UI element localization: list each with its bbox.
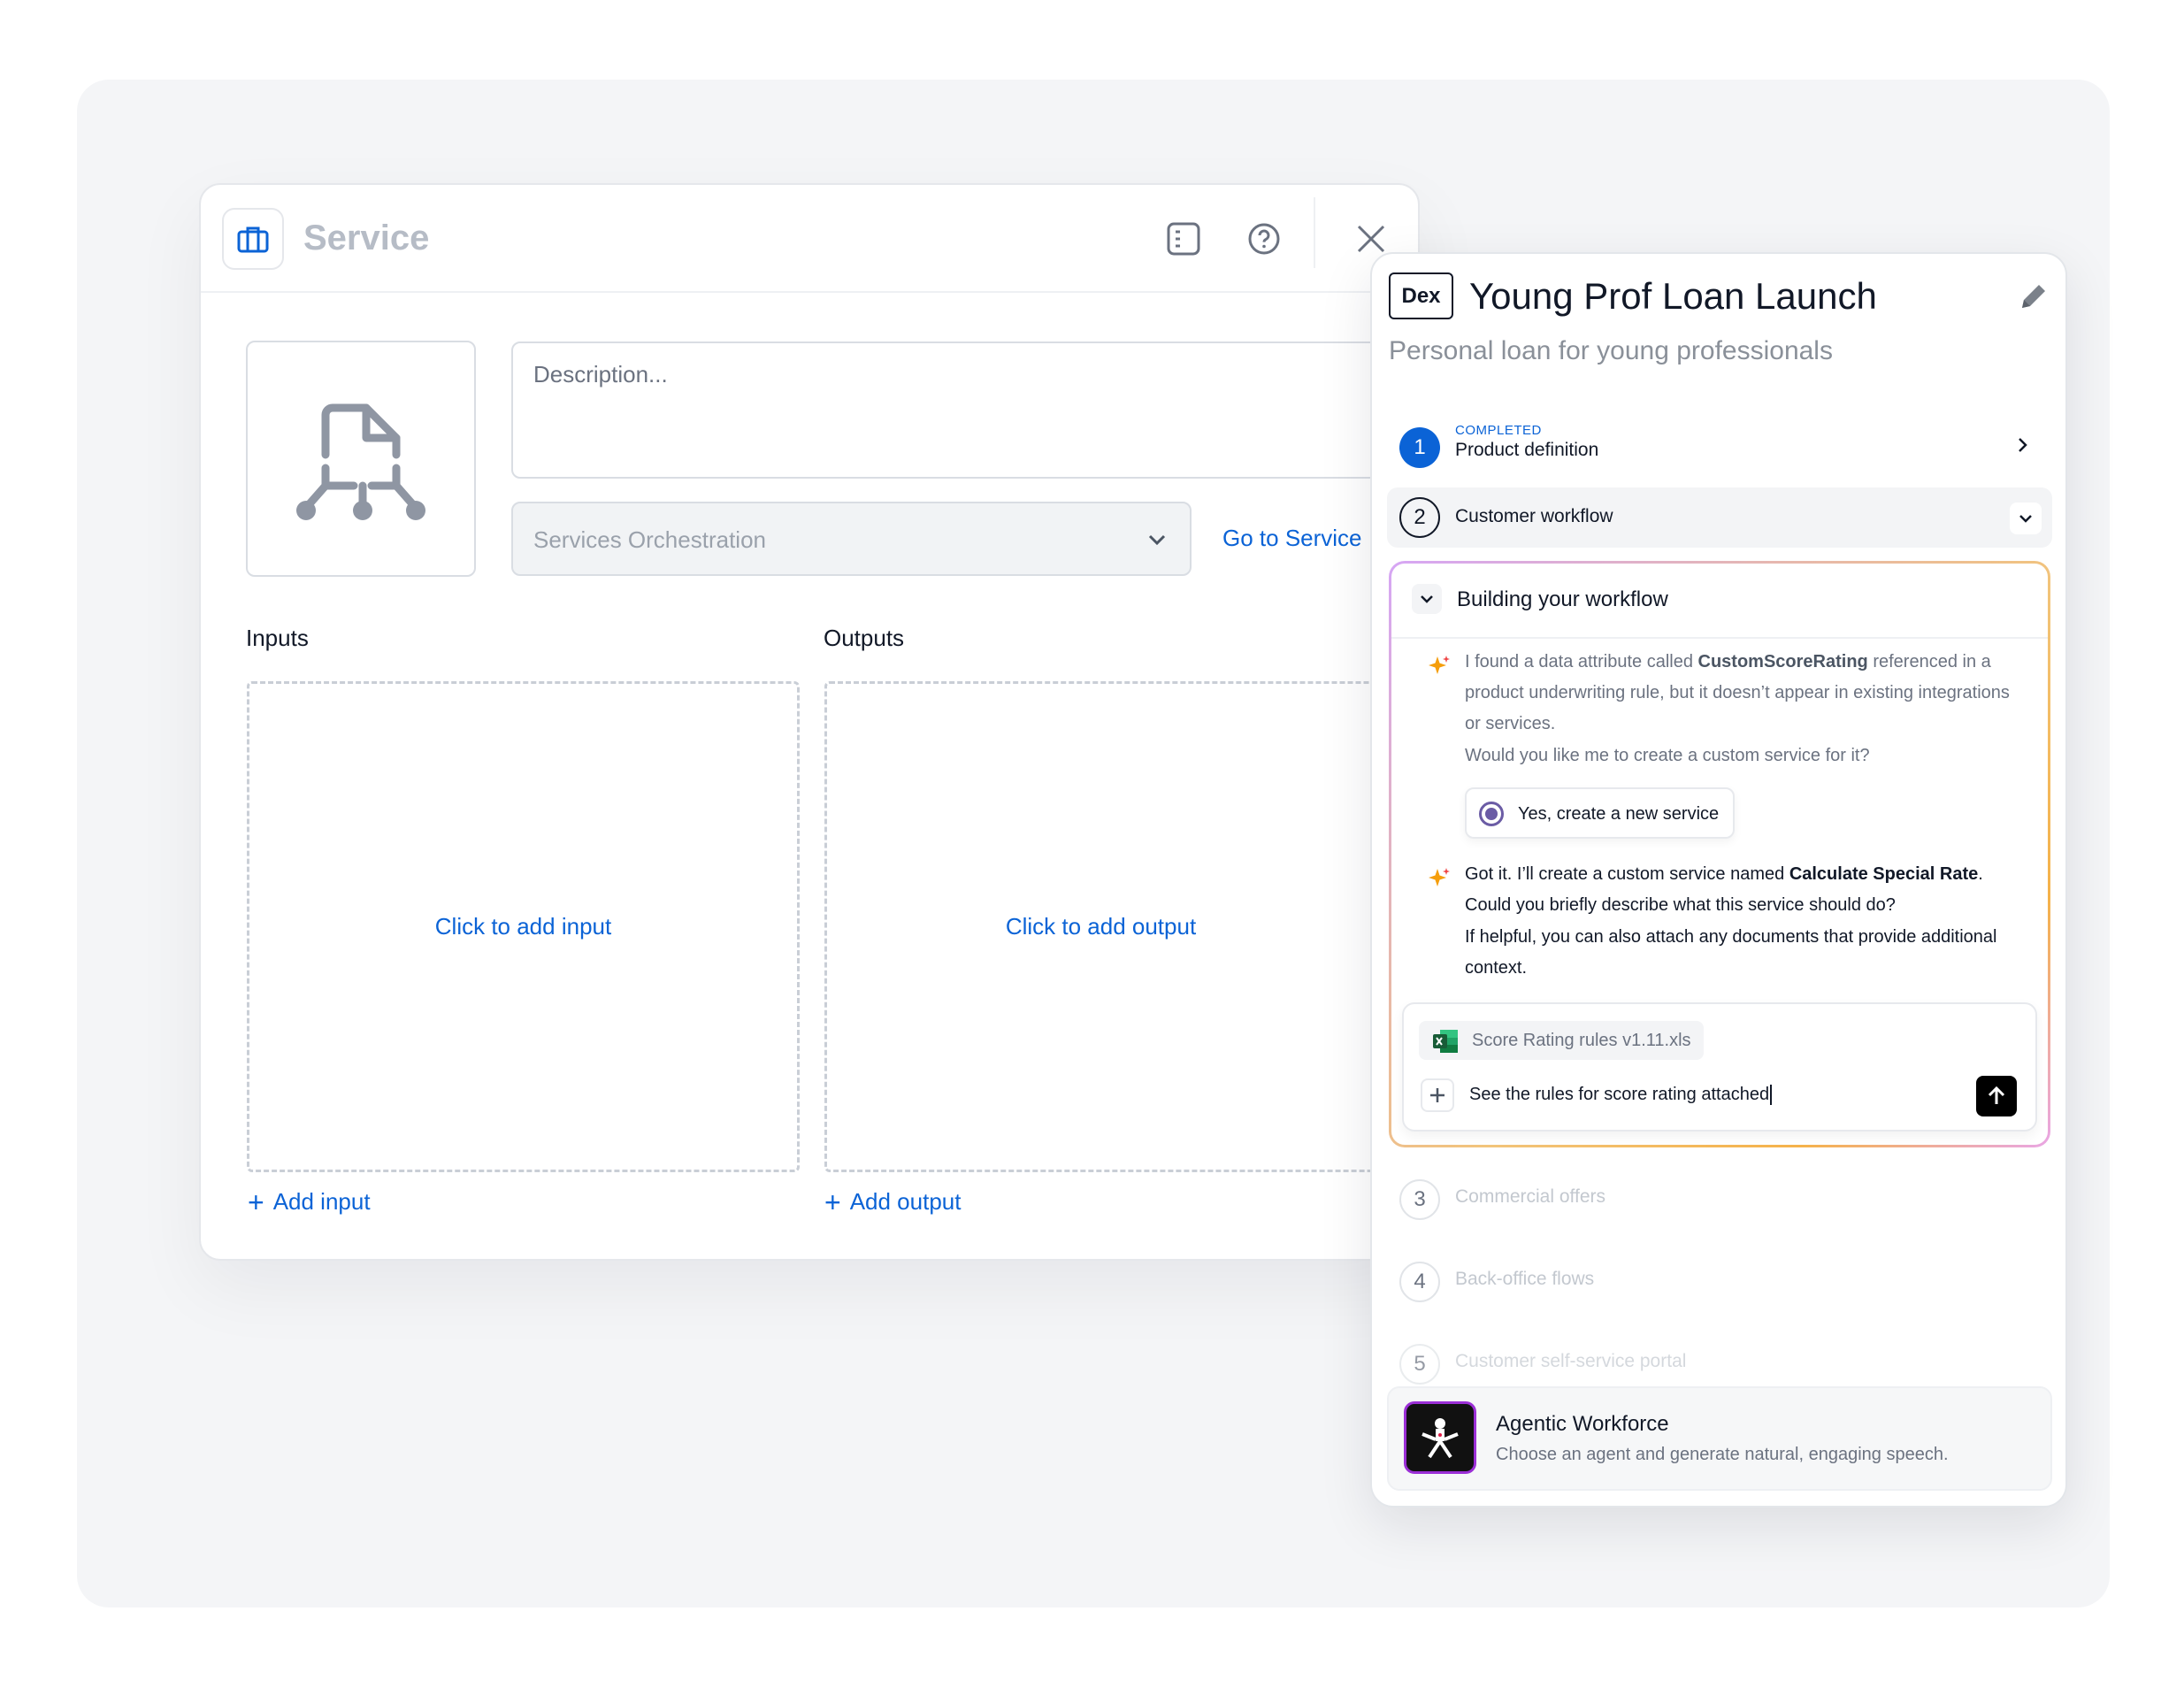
header-divider: [1314, 197, 1315, 268]
assistant-message: I found a data attribute called CustomSc…: [1465, 652, 2010, 733]
chevron-down-icon[interactable]: [2010, 503, 2042, 534]
sparkle-icon: [1429, 656, 1450, 674]
step-number: 1: [1399, 427, 1440, 468]
orchestration-value: Services Orchestration: [533, 526, 766, 553]
attachment-name: Score Rating rules v1.11.xls: [1472, 1031, 1691, 1050]
step-name: Customer workflow: [1455, 506, 1613, 526]
briefcase-icon: [222, 208, 284, 270]
option-label: Yes, create a new service: [1518, 804, 1720, 824]
step-number: 2: [1399, 497, 1440, 538]
service-image-placeholder[interactable]: [246, 341, 476, 577]
assistant-message: Got it. I’ll create a custom service nam…: [1465, 864, 1983, 915]
building-workflow-title: Building your workflow: [1457, 587, 1668, 611]
attachment-chip[interactable]: Score Rating rules v1.11.xls: [1419, 1021, 1704, 1060]
assistant-question: Would you like me to create a custom ser…: [1465, 746, 1870, 765]
step-name: Commercial offers: [1455, 1186, 1605, 1207]
service-panel: Service Description... Services Orchestr…: [199, 183, 1420, 1261]
excel-file-icon: [1433, 1030, 1458, 1053]
step-name: Customer self-service portal: [1455, 1351, 1687, 1371]
chat-composer[interactable]: Score Rating rules v1.11.xls See the rul…: [1402, 1002, 2037, 1132]
step-number: 5: [1399, 1344, 1440, 1385]
add-output-label: Add output: [849, 1188, 962, 1215]
building-workflow-card: Building your workflow I found a data at…: [1389, 561, 2050, 1147]
plus-icon: [1430, 1088, 1445, 1102]
orchestration-select[interactable]: Services Orchestration: [511, 502, 1192, 576]
step-back-office-flows[interactable]: 4 Back-office flows: [1387, 1256, 2052, 1316]
service-file-icon: [296, 403, 425, 520]
agentic-workforce-card[interactable]: Agentic Workforce Choose an agent and ge…: [1387, 1386, 2052, 1491]
outputs-label: Outputs: [824, 625, 905, 651]
step-name: Product definition: [1455, 440, 1599, 460]
sparkle-icon: [1429, 868, 1450, 886]
agent-title: Agentic Workforce: [1496, 1412, 1669, 1436]
description-input[interactable]: Description...: [511, 341, 1418, 479]
agent-subtitle: Choose an agent and generate natural, en…: [1496, 1445, 1949, 1464]
add-output-prompt: Click to add output: [1005, 913, 1197, 940]
radio-selected-icon: [1479, 802, 1504, 826]
help-icon[interactable]: [1244, 219, 1284, 259]
step-number: 4: [1399, 1262, 1440, 1302]
service-title: Service: [303, 219, 430, 257]
input-dropzone[interactable]: Click to add input: [247, 681, 800, 1172]
edit-pencil-icon[interactable]: [2015, 280, 2050, 315]
step-name: Back-office flows: [1455, 1269, 1595, 1289]
step-product-definition[interactable]: 1 COMPLETED Product definition: [1387, 422, 2052, 482]
building-workflow-header[interactable]: Building your workflow: [1391, 564, 2048, 639]
create-service-option[interactable]: Yes, create a new service: [1465, 787, 1735, 839]
plus-icon: +: [824, 1185, 841, 1218]
notes-icon[interactable]: [1163, 219, 1204, 259]
step-customer-workflow[interactable]: 2 Customer workflow: [1387, 487, 2052, 548]
send-button[interactable]: [1976, 1076, 2017, 1116]
add-input-button[interactable]: + Add input: [248, 1188, 371, 1216]
add-input-label: Add input: [272, 1188, 371, 1215]
chevron-down-icon: [1148, 534, 1166, 546]
dex-panel: Dex Young Prof Loan Launch Personal loan…: [1370, 252, 2067, 1508]
add-input-prompt: Click to add input: [434, 913, 612, 940]
step-commercial-offers[interactable]: 3 Commercial offers: [1387, 1174, 2052, 1234]
chevron-down-icon[interactable]: [1412, 584, 1442, 614]
chevron-right-icon: [2019, 438, 2027, 452]
service-header: Service: [201, 185, 1418, 293]
arrow-up-icon: [1988, 1086, 2005, 1104]
message-input[interactable]: See the rules for score rating attached: [1469, 1085, 1773, 1105]
step-number: 3: [1399, 1179, 1440, 1220]
plus-icon: +: [248, 1185, 264, 1218]
project-subtitle: Personal loan for young professionals: [1389, 336, 1833, 365]
assistant-hint: If helpful, you can also attach any docu…: [1465, 927, 1997, 978]
dex-badge: Dex: [1389, 272, 1453, 319]
inputs-label: Inputs: [246, 625, 309, 651]
add-attachment-button[interactable]: [1421, 1078, 1454, 1112]
output-dropzone[interactable]: Click to add output: [824, 681, 1377, 1172]
step-status: COMPLETED: [1455, 423, 1542, 438]
project-title: Young Prof Loan Launch: [1469, 275, 1877, 317]
agent-avatar-icon: [1404, 1401, 1476, 1474]
add-output-button[interactable]: + Add output: [824, 1188, 961, 1216]
go-to-service-link[interactable]: Go to Service: [1222, 525, 1362, 552]
